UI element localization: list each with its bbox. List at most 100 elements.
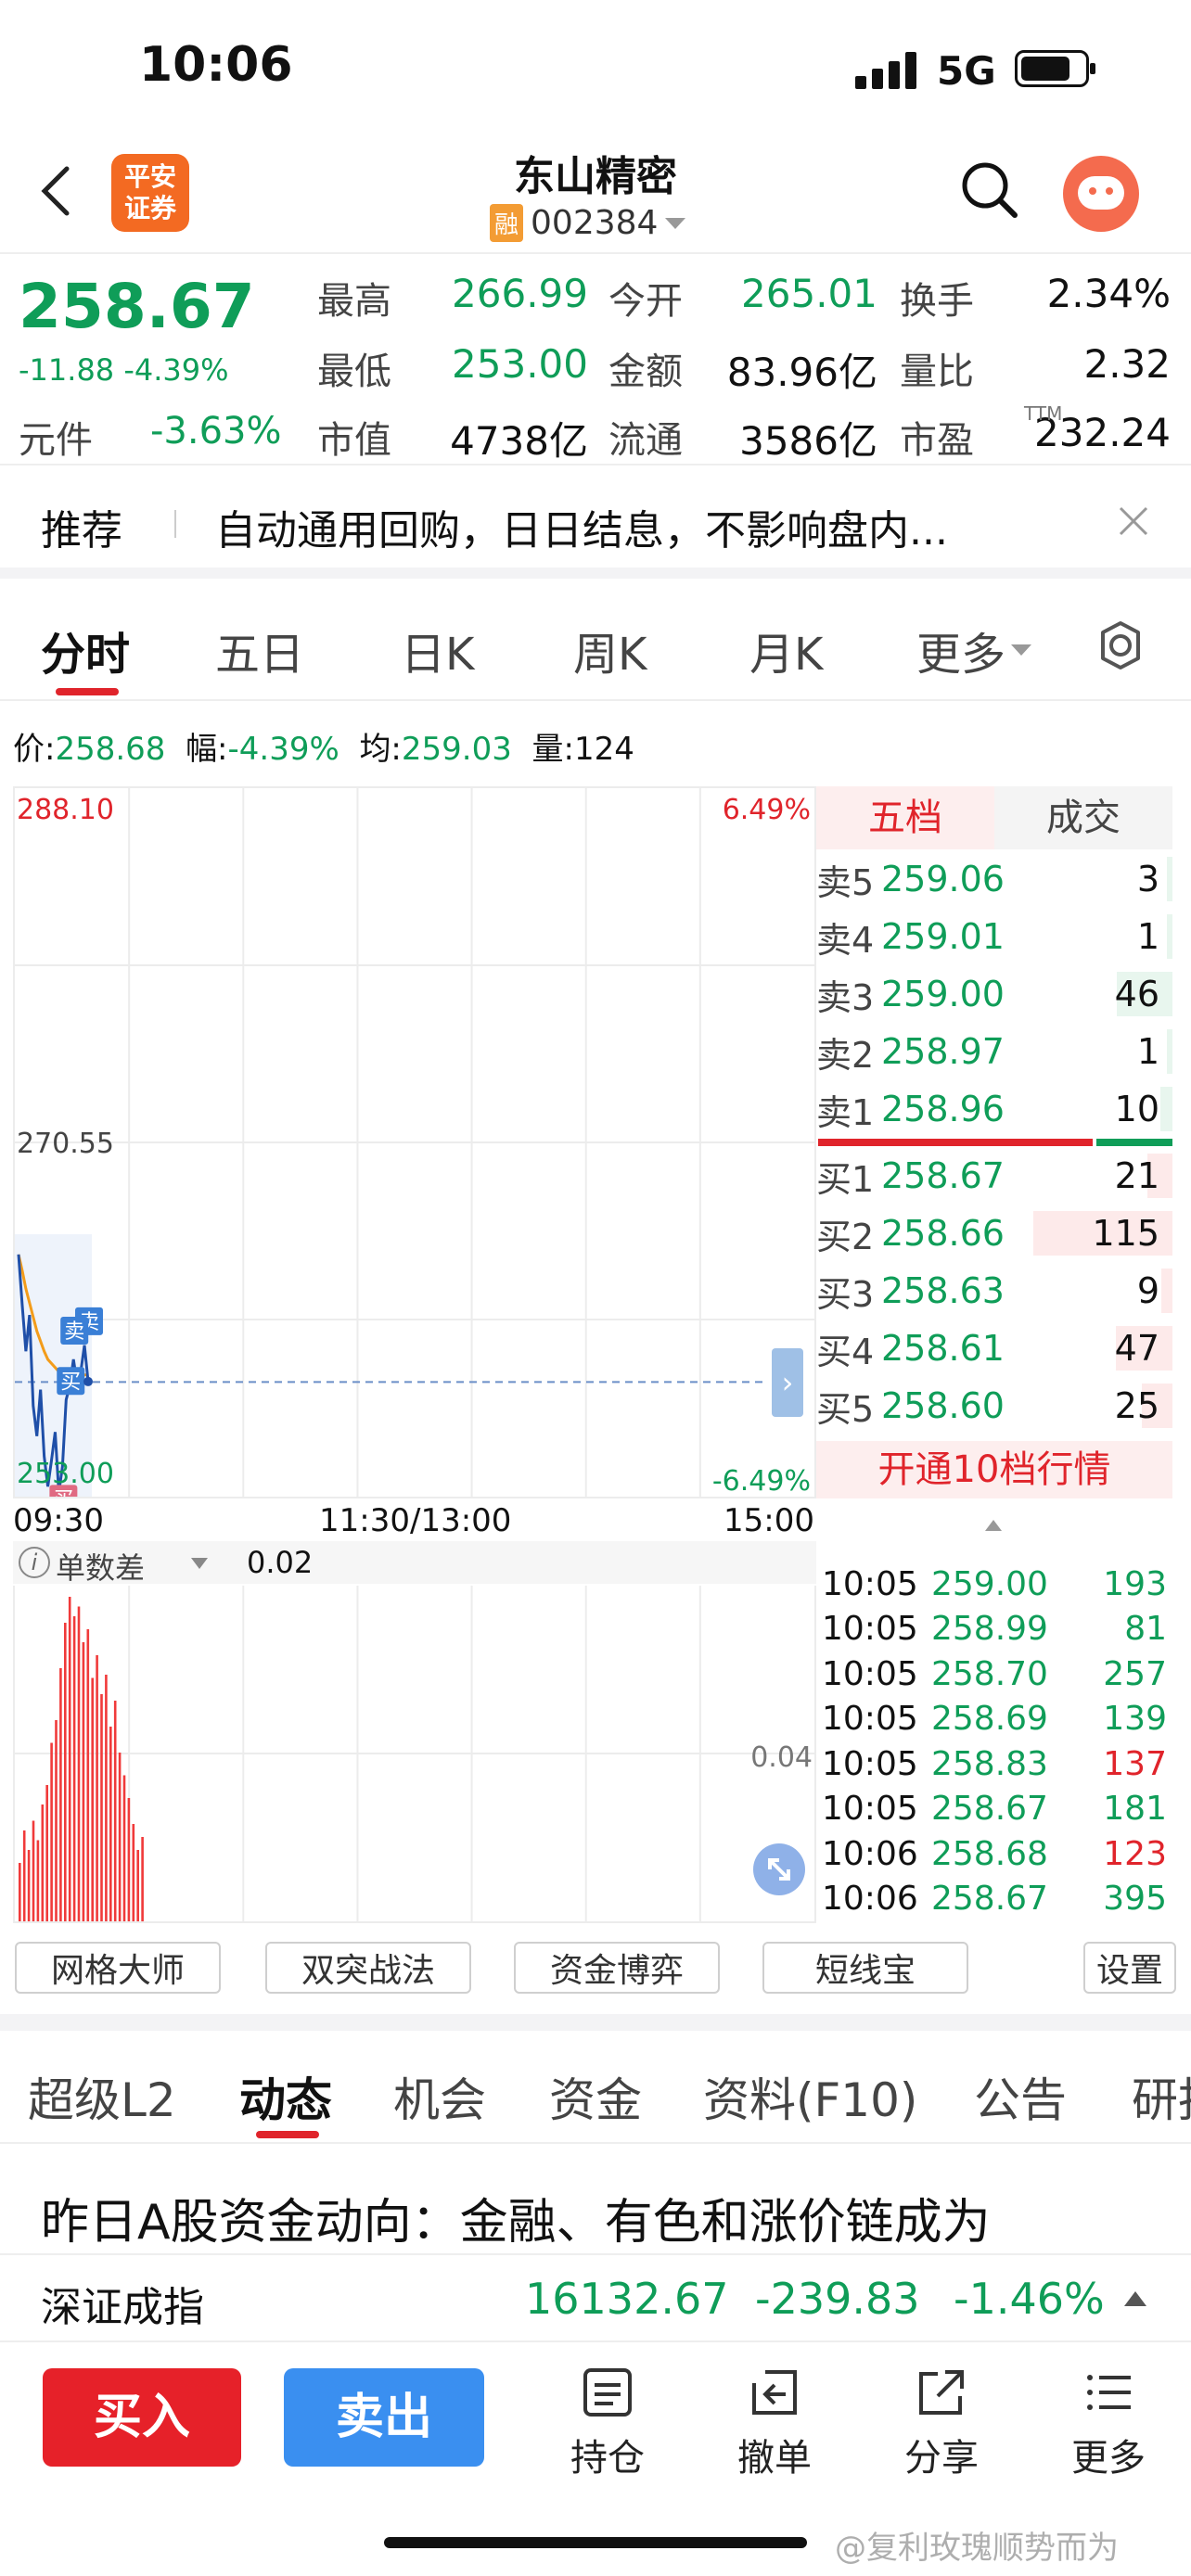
expand-up-icon[interactable] [1122,2289,1148,2309]
section-separator [0,2014,1191,2031]
tab-opportunity[interactable]: 机会 [393,2063,486,2130]
bid-row[interactable]: 买1 258.67 21 [816,1148,1172,1204]
buy-button[interactable]: 买入 [43,2368,241,2467]
tab-f10[interactable]: 资料(F10) [703,2063,917,2130]
ask-row[interactable]: 卖2 258.97 1 [816,1024,1172,1079]
chart-expand-handle[interactable]: › [772,1348,803,1417]
order-price: 258.96 [881,1089,1005,1129]
intraday-chart[interactable]: 卖卖买买 288.10 270.55 253.00 6.49% -6.49% › [13,786,816,1498]
status-time: 10:06 [139,37,293,93]
tab-week-k[interactable]: 周K [573,618,647,682]
margin-tag: 融 [490,204,524,242]
indicator-bar [96,1655,98,1921]
order-label: 买4 [816,1331,875,1372]
close-icon[interactable] [1117,504,1150,538]
unit-value: -3.63% [150,410,282,453]
tab-capital[interactable]: 资金 [549,2063,642,2130]
ask-row[interactable]: 卖1 258.96 10 [816,1081,1172,1137]
share-button[interactable]: 分享 [890,2365,992,2481]
fullscreen-icon[interactable] [753,1843,805,1895]
network-label: 5G [937,48,996,94]
positions-button[interactable]: 持仓 [557,2365,659,2481]
tick-time: 10:06 [822,1834,918,1873]
bid-row[interactable]: 买5 258.60 25 [816,1378,1172,1434]
order-price: 258.67 [881,1155,1005,1196]
ask-row[interactable]: 卖4 259.01 1 [816,909,1172,964]
indicator-bar [41,1804,45,1921]
order-price: 259.06 [881,859,1005,899]
tab-announcements[interactable]: 公告 [974,2063,1067,2130]
short-line-button[interactable]: 短线宝 [762,1942,968,1994]
indicator-bar [27,1850,31,1921]
indicator-bar [77,1606,81,1921]
tab-five-level[interactable]: 五档 [816,786,994,849]
tick-vol: 181 [1103,1790,1167,1828]
ask-bid-divider [818,1139,1093,1146]
sub-indicator-chart[interactable]: 0.04 [13,1586,816,1923]
promo-divider [174,510,176,538]
stock-name[interactable]: 东山精密 [503,143,688,202]
tick-price: 258.99 [931,1610,1048,1648]
tab-trades[interactable]: 成交 [994,786,1172,849]
trade-tick-row: 10:05 258.67 181 [822,1787,1171,1831]
pct-tick-bottom: -6.49% [711,1465,811,1498]
tab-day-k[interactable]: 日K [401,618,474,682]
back-icon[interactable] [37,163,74,219]
quote-label: 换手 [900,280,974,323]
chart-info-line: 价:258.68 幅:-4.39% 均:259.03 量:124 [13,731,634,768]
sub-indicator-header[interactable]: i 单数差 0.02 [13,1541,816,1586]
tab-more[interactable]: 更多 [916,618,1033,682]
cancel-order-button[interactable]: 撤单 [724,2365,826,2481]
news-headline[interactable]: 昨日A股资金动向：金融、有色和涨价链成为 [41,2183,991,2252]
settings-button[interactable]: 设置 [1083,1942,1176,1994]
indicator-bar [50,1742,53,1921]
gear-icon[interactable] [1095,619,1146,671]
search-icon[interactable] [959,159,1020,221]
capital-game-button[interactable]: 资金博弈 [514,1942,720,1994]
index-bar[interactable]: 深证成指 16132.67 -239.83 -1.46% [0,2253,1191,2342]
x-axis: 09:30 11:30/13:00 15:00 [13,1500,816,1541]
double-breakout-button[interactable]: 双突战法 [265,1942,471,1994]
bid-row[interactable]: 买2 258.66 115 [816,1205,1172,1261]
ask-row[interactable]: 卖5 259.06 3 [816,851,1172,907]
indicator-bar [141,1837,144,1921]
order-price: 258.63 [881,1270,1005,1311]
tab-intraday[interactable]: 分时 [41,618,130,682]
home-indicator[interactable] [384,2537,807,2548]
order-label: 买1 [816,1158,875,1200]
sell-button[interactable]: 卖出 [284,2368,484,2467]
chevron-down-icon [191,1558,208,1569]
promo-banner[interactable]: 推荐 自动通用回购，日日结息，不影响盘内... [0,464,1191,579]
tab-super-l2[interactable]: 超级L2 [28,2063,176,2130]
bid-row[interactable]: 买3 258.63 9 [816,1263,1172,1319]
upgrade-10-level-button[interactable]: 开通10档行情 [816,1441,1172,1498]
section-tab-underline [256,2131,319,2138]
ask-bid-divider-green [1096,1139,1172,1146]
stock-code-selector[interactable]: 融 002384 [490,204,687,242]
quote-label: 流通 [608,419,683,462]
tick-time: 10:05 [822,1654,918,1693]
assistant-avatar[interactable] [1063,156,1139,232]
index-change: -239.83 [755,2274,920,2324]
price-change: -11.88 -4.39% [19,352,229,388]
indicator-name: 单数差 [56,1550,146,1586]
order-vol: 1 [1136,916,1159,957]
quote-label: 量比 [900,351,974,393]
tab-news[interactable]: 动态 [239,2063,332,2130]
quote-value: 266.99 [452,271,588,316]
ask-row[interactable]: 卖3 259.00 46 [816,966,1172,1022]
tab-research[interactable]: 研报 [1132,2063,1191,2128]
more-button[interactable]: 更多 [1057,2365,1159,2481]
order-vol: 9 [1136,1270,1159,1311]
indicator-bar [72,1616,76,1921]
bid-row[interactable]: 买4 258.61 47 [816,1320,1172,1376]
scroll-up-icon[interactable] [983,1517,1004,1534]
tab-five-day[interactable]: 五日 [215,618,304,682]
grid-master-button[interactable]: 网格大师 [15,1942,221,1994]
trade-marker-label: 卖 [64,1320,84,1344]
order-vol: 115 [1092,1213,1159,1254]
tabs-bottom-border [0,2142,1191,2144]
order-vol: 1 [1136,1031,1159,1072]
tab-month-k[interactable]: 月K [749,618,823,682]
tab-active-underline [56,688,119,695]
